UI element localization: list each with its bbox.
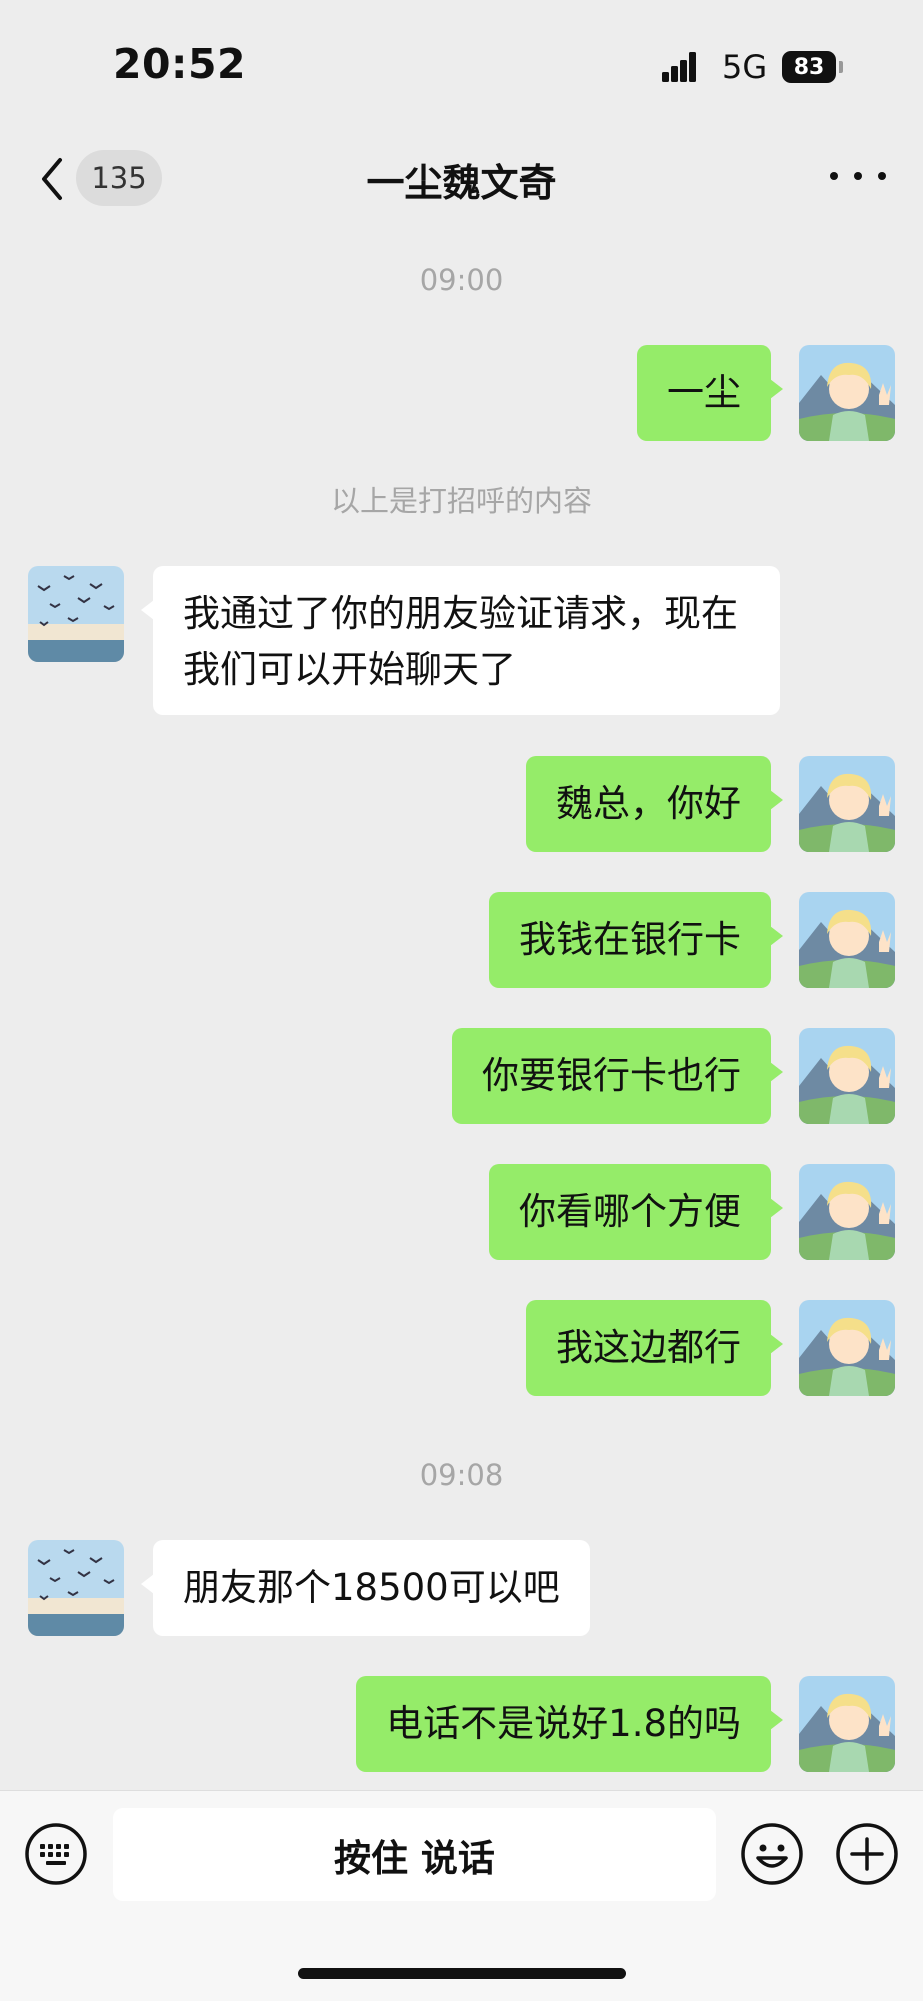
message-bubble-sent[interactable]: 魏总，你好 bbox=[526, 756, 783, 852]
signal-icon bbox=[662, 52, 696, 82]
more-actions-button[interactable] bbox=[835, 1822, 899, 1886]
network-type: 5G bbox=[722, 48, 768, 86]
message-bubble-sent[interactable]: 电话不是说好1.8的吗 bbox=[356, 1676, 783, 1772]
more-dot bbox=[878, 172, 886, 180]
emoji-icon bbox=[741, 1823, 803, 1885]
my-avatar[interactable] bbox=[799, 756, 895, 852]
my-avatar[interactable] bbox=[799, 1300, 895, 1396]
greeting-hint: 以上是打招呼的内容 bbox=[330, 484, 592, 518]
battery-cap bbox=[839, 61, 843, 73]
message-bubble-sent[interactable]: 我这边都行 bbox=[526, 1300, 783, 1396]
my-avatar[interactable] bbox=[799, 892, 895, 988]
more-button[interactable] bbox=[830, 161, 886, 191]
keyboard-toggle-button[interactable] bbox=[24, 1822, 88, 1886]
my-avatar[interactable] bbox=[799, 345, 895, 441]
status-time: 20:52 bbox=[113, 40, 247, 88]
plus-icon bbox=[836, 1823, 898, 1885]
message-bubble-sent[interactable]: 你要银行卡也行 bbox=[452, 1028, 783, 1124]
message-bubble-received[interactable]: 我通过了你的朋友验证请求，现在我们可以开始聊天了 bbox=[141, 566, 780, 715]
message-bubble-sent[interactable]: 我钱在银行卡 bbox=[489, 892, 783, 988]
timestamp: 09:08 bbox=[419, 1458, 504, 1492]
contact-avatar[interactable] bbox=[28, 1540, 124, 1636]
my-avatar[interactable] bbox=[799, 1164, 895, 1260]
timestamp: 09:00 bbox=[419, 263, 504, 297]
my-avatar[interactable] bbox=[799, 1028, 895, 1124]
battery-icon: 83 bbox=[782, 51, 836, 83]
more-dot bbox=[854, 172, 862, 180]
emoji-button[interactable] bbox=[740, 1822, 804, 1886]
message-bubble-received[interactable]: 朋友那个18500可以吧 bbox=[141, 1540, 590, 1636]
more-dots-icon bbox=[830, 172, 838, 180]
hold-to-talk-button[interactable]: 按住 说话 bbox=[113, 1808, 716, 1901]
chat-title: 一尘魏文奇 bbox=[366, 161, 557, 205]
my-avatar[interactable] bbox=[799, 1676, 895, 1772]
contact-avatar[interactable] bbox=[28, 566, 124, 662]
keyboard-icon bbox=[25, 1823, 87, 1885]
message-bubble-sent[interactable]: 你看哪个方便 bbox=[489, 1164, 783, 1260]
message-bubble-sent[interactable]: 一尘 bbox=[637, 345, 783, 441]
home-indicator[interactable] bbox=[298, 1968, 626, 1979]
